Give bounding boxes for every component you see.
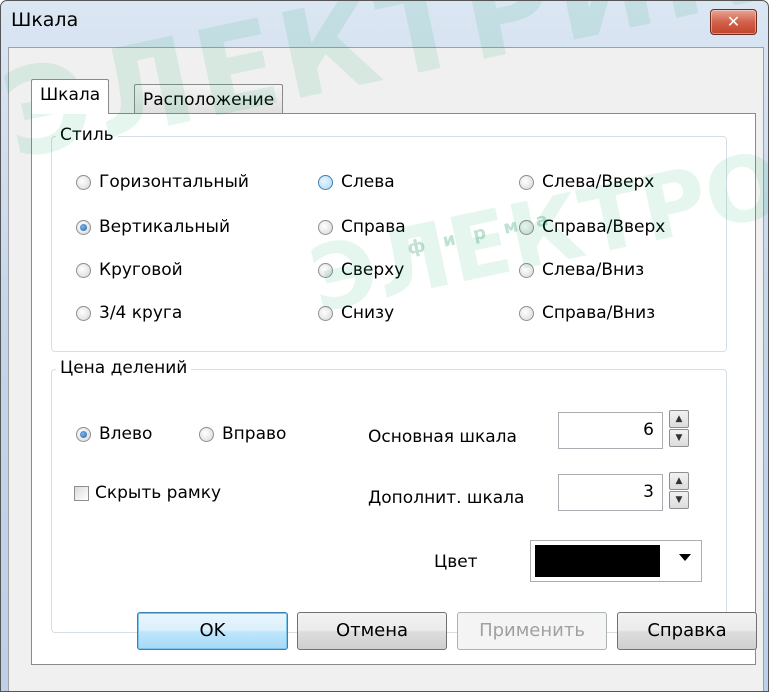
- tab-position[interactable]: Расположение: [134, 84, 284, 116]
- radio-label: Слева/Вверх: [542, 172, 655, 192]
- radio-label: 3/4 круга: [99, 303, 183, 323]
- help-button[interactable]: Справка: [617, 612, 757, 650]
- radio-direction-left[interactable]: Влево: [76, 424, 152, 444]
- radio-right-down[interactable]: Справа/Вниз: [519, 303, 655, 323]
- radio-label: Вертикальный: [99, 217, 231, 237]
- apply-button: Применить: [457, 612, 607, 650]
- radio-indicator: [519, 219, 534, 235]
- radio-indicator: [318, 174, 333, 190]
- tab-position-label: Расположение: [143, 90, 275, 110]
- dialog-client-area: Шкала Расположение Стиль Горизонтальный …: [8, 47, 764, 691]
- checkbox-label: Скрыть рамку: [95, 483, 222, 503]
- spin-up-icon[interactable]: ▲: [669, 410, 689, 428]
- radio-indicator: [199, 426, 214, 442]
- main-scale-label: Основная шкала: [368, 427, 517, 447]
- extra-scale-label: Дополнит. шкала: [368, 488, 525, 508]
- division-group: Цена делений Влево Вправо Скрыть рамку О…: [51, 358, 727, 633]
- radio-indicator: [519, 262, 534, 278]
- radio-label: Горизонтальный: [99, 172, 249, 192]
- hide-frame-checkbox[interactable]: Скрыть рамку: [74, 483, 221, 503]
- ok-button[interactable]: OK: [137, 612, 288, 650]
- extra-scale-spinner[interactable]: ▲ ▼: [669, 472, 689, 510]
- radio-label: Слева: [341, 172, 395, 192]
- radio-indicator: [76, 426, 91, 442]
- radio-label: Влево: [99, 424, 153, 444]
- main-scale-spinner[interactable]: ▲ ▼: [669, 410, 689, 448]
- radio-right[interactable]: Справа: [318, 217, 406, 237]
- radio-left[interactable]: Слева: [318, 172, 395, 192]
- radio-right-up[interactable]: Справа/Вверх: [519, 217, 665, 237]
- radio-label: Справа/Вверх: [542, 217, 666, 237]
- color-dropdown[interactable]: [530, 540, 702, 582]
- radio-indicator: [318, 262, 333, 278]
- radio-circular[interactable]: Круговой: [76, 260, 183, 280]
- style-group-title: Стиль: [56, 125, 118, 145]
- color-swatch: [535, 545, 660, 577]
- radio-left-up[interactable]: Слева/Вверх: [519, 172, 654, 192]
- radio-indicator: [519, 174, 534, 190]
- window-title: Шкала: [11, 9, 79, 31]
- dialog-window: Шкала ✕ Шкала Расположение Стиль Горизон…: [0, 0, 769, 692]
- radio-label: Снизу: [341, 303, 395, 323]
- radio-indicator: [76, 262, 91, 278]
- radio-indicator: [76, 305, 91, 321]
- spin-down-icon[interactable]: ▼: [669, 429, 689, 447]
- radio-vertical[interactable]: Вертикальный: [76, 217, 230, 237]
- spin-up-icon[interactable]: ▲: [669, 472, 689, 490]
- radio-bottom[interactable]: Снизу: [318, 303, 394, 323]
- radio-top[interactable]: Сверху: [318, 260, 404, 280]
- radio-label: Сверху: [341, 260, 405, 280]
- radio-indicator: [76, 219, 91, 235]
- chevron-down-icon: [679, 554, 691, 561]
- radio-label: Круговой: [99, 260, 183, 280]
- tab-scale[interactable]: Шкала: [31, 79, 110, 114]
- title-bar[interactable]: Шкала ✕: [1, 1, 768, 45]
- radio-horizontal[interactable]: Горизонтальный: [76, 172, 249, 192]
- color-label: Цвет: [434, 552, 478, 572]
- extra-scale-input[interactable]: 3: [558, 474, 663, 511]
- division-group-title: Цена делений: [56, 358, 192, 378]
- radio-three-quarter[interactable]: 3/4 круга: [76, 303, 182, 323]
- spin-down-icon[interactable]: ▼: [669, 491, 689, 509]
- radio-indicator: [519, 305, 534, 321]
- cancel-button[interactable]: Отмена: [297, 612, 447, 650]
- radio-label: Справа/Вниз: [542, 303, 656, 323]
- radio-direction-right[interactable]: Вправо: [199, 424, 286, 444]
- radio-label: Вправо: [222, 424, 287, 444]
- close-button[interactable]: ✕: [710, 9, 757, 35]
- radio-indicator: [318, 305, 333, 321]
- style-group: Стиль Горизонтальный Вертикальный Кругов…: [51, 125, 727, 352]
- main-scale-input[interactable]: 6: [558, 412, 663, 449]
- radio-left-down[interactable]: Слева/Вниз: [519, 260, 644, 280]
- radio-indicator: [318, 219, 333, 235]
- radio-indicator: [76, 174, 91, 190]
- radio-label: Справа: [341, 217, 406, 237]
- tab-panel: Стиль Горизонтальный Вертикальный Кругов…: [31, 113, 756, 665]
- radio-label: Слева/Вниз: [542, 260, 645, 280]
- close-icon: ✕: [726, 12, 741, 31]
- checkbox-indicator: [74, 485, 89, 501]
- tab-scale-label: Шкала: [40, 85, 101, 105]
